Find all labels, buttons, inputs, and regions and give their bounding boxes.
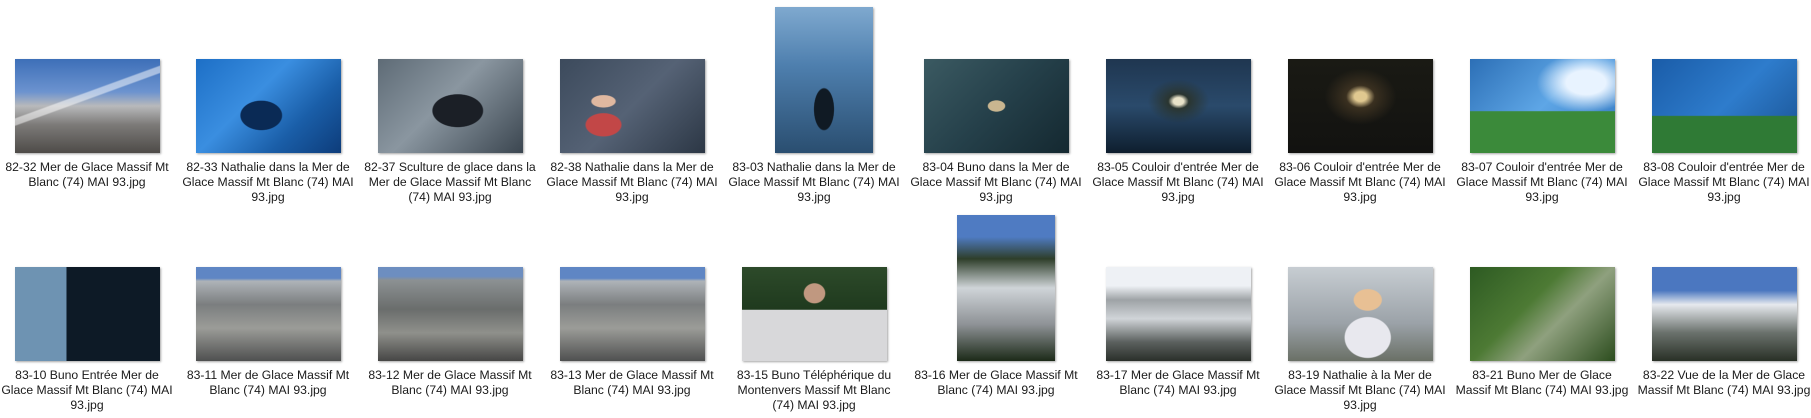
photo-thumbnail[interactable] — [196, 267, 341, 361]
file-item[interactable]: 83-12 Mer de Glace Massif Mt Blanc (74) … — [363, 208, 537, 416]
file-item[interactable]: 83-15 Buno Téléphérique du Montenvers Ma… — [727, 208, 901, 416]
file-item[interactable]: 82-32 Mer de Glace Massif Mt Blanc (74) … — [0, 0, 174, 208]
file-item[interactable]: 83-21 Buno Mer de Glace Massif Mt Blanc … — [1455, 208, 1629, 416]
file-item[interactable]: 82-33 Nathalie dans la Mer de Glace Mass… — [181, 0, 355, 208]
file-name: 83-17 Mer de Glace Massif Mt Blanc (74) … — [1096, 368, 1260, 397]
file-name: 83-19 Nathalie à la Mer de Glace Massif … — [1274, 368, 1446, 412]
file-name: 83-07 Couloir d'entrée Mer de Glace Mass… — [1456, 160, 1628, 204]
photo-thumbnail[interactable] — [1470, 59, 1615, 153]
file-name: 83-05 Couloir d'entrée Mer de Glace Mass… — [1092, 160, 1264, 204]
file-item[interactable]: 83-11 Mer de Glace Massif Mt Blanc (74) … — [181, 208, 355, 416]
photo-thumbnail[interactable] — [957, 215, 1055, 361]
photo-thumbnail[interactable] — [1106, 59, 1251, 153]
photo-thumbnail[interactable] — [378, 267, 523, 361]
photo-thumbnail[interactable] — [378, 59, 523, 153]
file-name: 83-16 Mer de Glace Massif Mt Blanc (74) … — [914, 368, 1078, 397]
file-item[interactable]: 83-07 Couloir d'entrée Mer de Glace Mass… — [1455, 0, 1629, 208]
photo-thumbnail[interactable] — [924, 59, 1069, 153]
file-name: 82-38 Nathalie dans la Mer de Glace Mass… — [546, 160, 718, 204]
photo-thumbnail[interactable] — [1652, 267, 1797, 361]
file-item[interactable]: 83-13 Mer de Glace Massif Mt Blanc (74) … — [545, 208, 719, 416]
photo-thumbnail[interactable] — [742, 267, 887, 361]
file-name: 83-10 Buno Entrée Mer de Glace Massif Mt… — [1, 368, 173, 412]
photo-thumbnail[interactable] — [560, 59, 705, 153]
file-item[interactable]: 82-37 Sculture de glace dans la Mer de G… — [363, 0, 537, 208]
file-item[interactable]: 83-05 Couloir d'entrée Mer de Glace Mass… — [1091, 0, 1265, 208]
file-item[interactable]: 83-19 Nathalie à la Mer de Glace Massif … — [1273, 208, 1447, 416]
photo-thumbnail[interactable] — [1288, 59, 1433, 153]
file-item[interactable]: 83-06 Couloir d'entrée Mer de Glace Mass… — [1273, 0, 1447, 208]
photo-thumbnail[interactable] — [1470, 267, 1615, 361]
file-grid: 82-32 Mer de Glace Massif Mt Blanc (74) … — [0, 0, 1811, 418]
file-name: 83-04 Buno dans la Mer de Glace Massif M… — [910, 160, 1082, 204]
file-name: 83-22 Vue de la Mer de Glace Massif Mt B… — [1637, 368, 1811, 397]
file-name: 82-32 Mer de Glace Massif Mt Blanc (74) … — [5, 160, 169, 189]
file-item[interactable]: 83-03 Nathalie dans la Mer de Glace Mass… — [727, 0, 901, 208]
file-item[interactable]: 83-08 Couloir d'entrée Mer de Glace Mass… — [1637, 0, 1811, 208]
file-item[interactable]: 82-38 Nathalie dans la Mer de Glace Mass… — [545, 0, 719, 208]
file-name: 83-15 Buno Téléphérique du Montenvers Ma… — [736, 368, 892, 412]
photo-thumbnail[interactable] — [1652, 59, 1797, 153]
photo-thumbnail[interactable] — [15, 267, 160, 361]
photo-thumbnail[interactable] — [1288, 267, 1433, 361]
file-item[interactable]: 83-17 Mer de Glace Massif Mt Blanc (74) … — [1091, 208, 1265, 416]
file-name: 83-12 Mer de Glace Massif Mt Blanc (74) … — [368, 368, 532, 397]
file-name: 83-11 Mer de Glace Massif Mt Blanc (74) … — [186, 368, 350, 397]
photo-thumbnail[interactable] — [1106, 267, 1251, 361]
file-name: 83-03 Nathalie dans la Mer de Glace Mass… — [728, 160, 900, 204]
file-name: 82-37 Sculture de glace dans la Mer de G… — [364, 160, 536, 204]
file-item[interactable]: 83-22 Vue de la Mer de Glace Massif Mt B… — [1637, 208, 1811, 416]
file-item[interactable]: 83-16 Mer de Glace Massif Mt Blanc (74) … — [909, 208, 1083, 416]
file-name: 83-08 Couloir d'entrée Mer de Glace Mass… — [1638, 160, 1810, 204]
photo-thumbnail[interactable] — [775, 7, 873, 153]
file-name: 82-33 Nathalie dans la Mer de Glace Mass… — [182, 160, 354, 204]
file-item[interactable]: 83-04 Buno dans la Mer de Glace Massif M… — [909, 0, 1083, 208]
file-name: 83-21 Buno Mer de Glace Massif Mt Blanc … — [1455, 368, 1629, 397]
file-item[interactable]: 83-10 Buno Entrée Mer de Glace Massif Mt… — [0, 208, 174, 416]
photo-thumbnail[interactable] — [196, 59, 341, 153]
photo-thumbnail[interactable] — [560, 267, 705, 361]
file-name: 83-13 Mer de Glace Massif Mt Blanc (74) … — [550, 368, 714, 397]
file-name: 83-06 Couloir d'entrée Mer de Glace Mass… — [1274, 160, 1446, 204]
photo-thumbnail[interactable] — [15, 59, 160, 153]
